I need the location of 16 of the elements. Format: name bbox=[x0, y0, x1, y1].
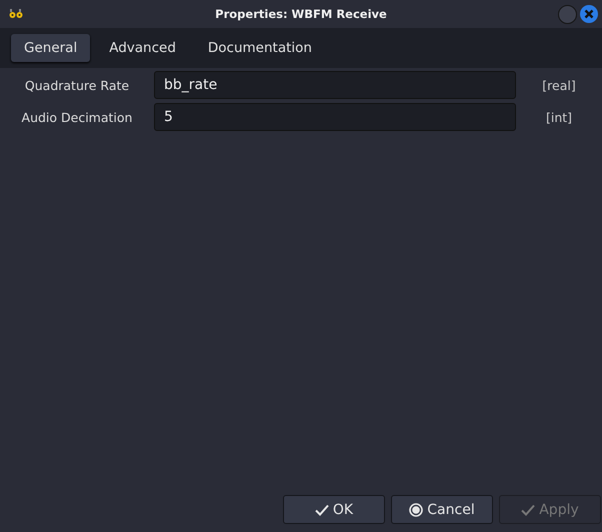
type-label: [int] bbox=[544, 110, 574, 124]
check-icon bbox=[314, 504, 329, 516]
param-label: Audio Decimation bbox=[20, 110, 134, 124]
tab[interactable]: General bbox=[11, 34, 90, 62]
app-icon bbox=[9, 9, 23, 19]
tab[interactable]: Documentation bbox=[194, 34, 325, 62]
window-title: Properties: WBFM Receive bbox=[214, 7, 388, 21]
close-icon[interactable] bbox=[580, 5, 598, 23]
input-field[interactable]: bb_rate bbox=[154, 71, 516, 99]
tab[interactable]: Advanced bbox=[96, 34, 189, 62]
dialog-button[interactable]: Cancel bbox=[391, 495, 493, 524]
dialog-button[interactable]: OK bbox=[283, 495, 385, 524]
input-field[interactable]: 5 bbox=[154, 103, 516, 131]
check-icon bbox=[521, 504, 536, 516]
param-label: Quadrature Rate bbox=[24, 78, 130, 92]
type-label: [real] bbox=[541, 78, 577, 92]
